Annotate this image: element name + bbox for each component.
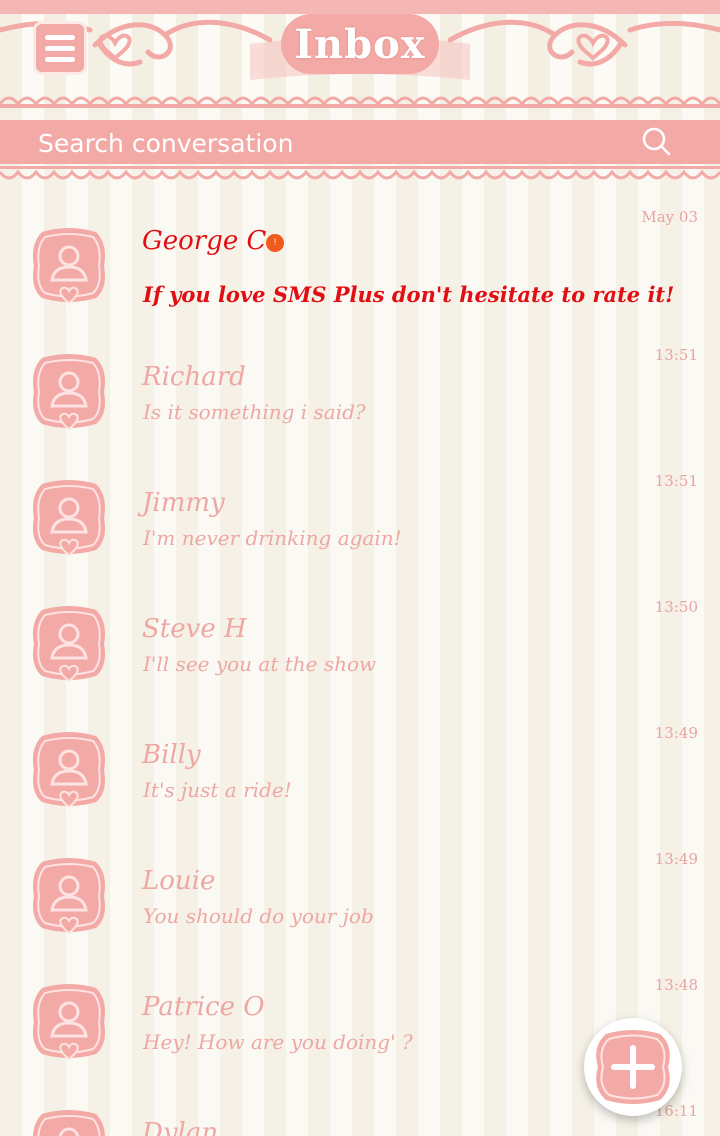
message-time: 13:51	[654, 472, 698, 490]
title-plaque: Inbox	[281, 14, 439, 74]
message-preview: If you love SMS Plus don't hesitate to r…	[143, 282, 675, 307]
contact-name: Louie	[142, 866, 216, 896]
avatar-icon	[30, 478, 108, 558]
message-time: 13:49	[654, 724, 698, 742]
message-preview: It's just a ride!	[143, 778, 292, 802]
avatar-icon	[30, 226, 108, 306]
search-icon[interactable]	[640, 126, 672, 158]
plus-icon	[596, 1030, 670, 1104]
hamburger-menu-icon	[45, 34, 75, 40]
unread-badge: !	[266, 234, 284, 252]
message-preview: You should do your job	[143, 904, 374, 928]
contact-name: Patrice O	[142, 992, 265, 1022]
new-conversation-button[interactable]	[584, 1018, 682, 1116]
avatar-icon	[30, 1108, 108, 1136]
contact-name: George C	[142, 226, 267, 256]
message-preview: Is it something i said?	[143, 400, 366, 424]
search-input[interactable]	[36, 120, 600, 166]
avatar-icon	[30, 982, 108, 1062]
message-time: May 03	[641, 208, 698, 226]
app-header: Inbox	[0, 0, 720, 112]
conversation-item[interactable]: Jimmy I'm never drinking again! 13:51	[0, 454, 720, 580]
message-time: 13:48	[654, 976, 698, 994]
message-time: 13:51	[654, 346, 698, 364]
page-title: Inbox	[294, 20, 426, 68]
conversation-item[interactable]: Steve H I'll see you at the show 13:50	[0, 580, 720, 706]
message-time: 13:49	[654, 850, 698, 868]
conversation-item[interactable]: Billy It's just a ride! 13:49	[0, 706, 720, 832]
message-preview: I'm never drinking again!	[143, 526, 402, 550]
menu-button[interactable]	[33, 21, 87, 75]
contact-name: Jimmy	[142, 488, 225, 518]
message-preview: Hey! How are you doing' ?	[143, 1030, 413, 1054]
contact-name: Steve H	[142, 614, 247, 644]
avatar-icon	[30, 604, 108, 684]
contact-name: Dylan	[142, 1118, 219, 1136]
lace-border-search	[0, 166, 720, 180]
avatar-icon	[30, 352, 108, 432]
contact-name: Billy	[142, 740, 201, 770]
conversation-item[interactable]: Louie You should do your job 13:49	[0, 832, 720, 958]
avatar-icon	[30, 730, 108, 810]
message-time: 13:50	[654, 598, 698, 616]
conversation-item[interactable]: George C ! If you love SMS Plus don't he…	[0, 190, 720, 316]
lace-border	[0, 96, 720, 108]
message-preview: I'll see you at the show	[143, 652, 377, 676]
conversation-list: George C ! If you love SMS Plus don't he…	[0, 190, 720, 1136]
contact-name: Richard	[142, 362, 246, 392]
avatar-icon	[30, 856, 108, 936]
search-bar	[0, 120, 720, 166]
conversation-item[interactable]: Richard Is it something i said? 13:51	[0, 328, 720, 454]
